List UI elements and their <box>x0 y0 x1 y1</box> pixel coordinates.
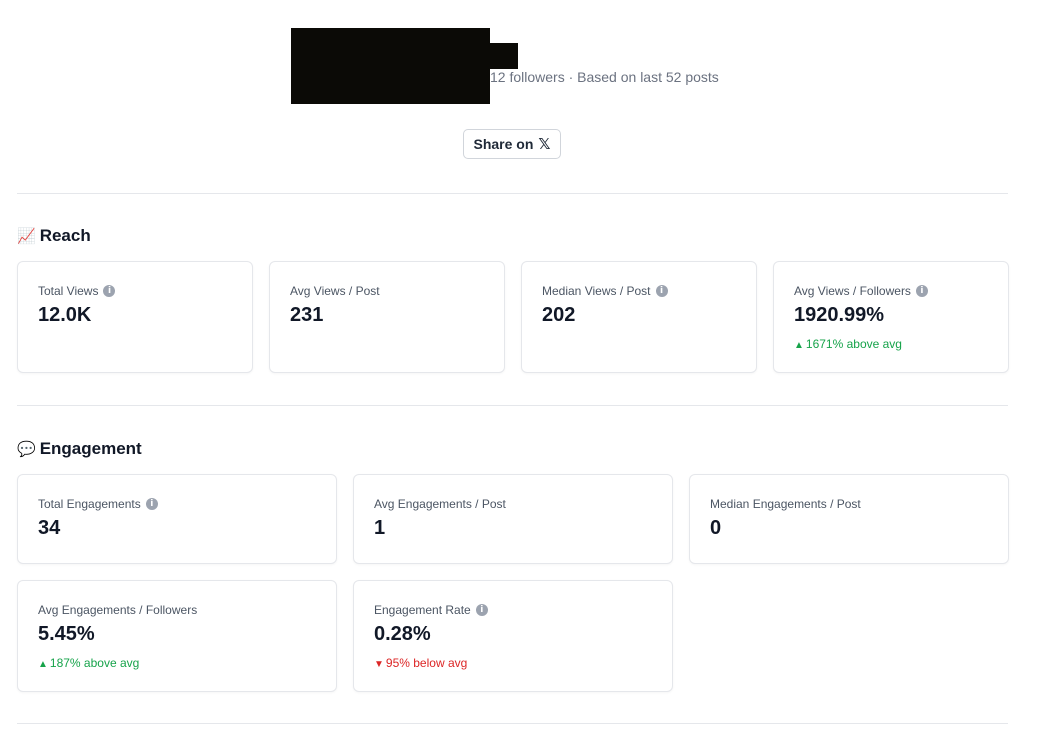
trend-indicator: ▲ 187% above avg <box>38 656 139 670</box>
trend-text: 95% below avg <box>385 656 468 670</box>
triangle-down-icon: ▼ <box>374 659 384 670</box>
trend-text: 1671% above avg <box>805 337 902 351</box>
profile-meta: 12 followers · Based on last 52 posts <box>490 69 719 85</box>
metric-value: 0 <box>710 517 722 539</box>
info-icon[interactable]: i <box>145 498 158 510</box>
metric-value: 34 <box>38 517 61 539</box>
metric-label: Avg Engagements / Post <box>374 497 506 511</box>
info-icon[interactable]: i <box>655 285 668 297</box>
triangle-up-icon: ▲ <box>38 659 48 670</box>
x-logo-icon: 𝕏 <box>538 135 551 153</box>
metric-card-avg-engagements-per-post: Avg Engagements / Post 1 <box>353 474 673 564</box>
metric-value: 12.0K <box>38 304 92 326</box>
metric-value: 0.28% <box>374 623 431 645</box>
metric-label: Engagement Rate <box>374 603 471 617</box>
divider <box>17 193 1008 194</box>
engagement-section-title: 💬 Engagement <box>17 439 142 459</box>
metric-label: Avg Views / Followers <box>794 284 911 298</box>
metric-label: Median Engagements / Post <box>710 497 861 511</box>
metric-value: 1920.99% <box>794 304 885 326</box>
metric-value: 1 <box>374 517 386 539</box>
divider <box>17 405 1008 406</box>
redacted-avatar-block <box>291 28 490 104</box>
info-icon[interactable]: i <box>475 604 488 616</box>
triangle-up-icon: ▲ <box>794 340 804 351</box>
metric-card-engagement-rate: Engagement Rate i 0.28% ▼ 95% below avg <box>353 580 673 692</box>
redacted-name-block <box>489 43 518 69</box>
metric-value: 5.45% <box>38 623 95 645</box>
metric-label: Avg Views / Post <box>290 284 380 298</box>
metric-card-total-views: Total Views i 12.0K <box>17 261 253 373</box>
metric-card-avg-views-per-followers: Avg Views / Followers i 1920.99% ▲ 1671% a… <box>773 261 1009 373</box>
chart-increasing-icon: 📈 <box>17 227 36 245</box>
speech-balloon-icon: 💬 <box>17 440 36 458</box>
reach-section-title: 📈 Reach <box>17 226 91 246</box>
share-button-label: Share on <box>473 136 534 152</box>
metric-card-total-engagements: Total Engagements i 34 <box>17 474 337 564</box>
metric-card-median-engagements-per-post: Median Engagements / Post 0 <box>689 474 1009 564</box>
info-icon[interactable]: i <box>103 285 116 297</box>
metric-label: Total Views <box>38 284 99 298</box>
engagement-title-text: Engagement <box>39 439 142 458</box>
trend-indicator: ▼ 95% below avg <box>374 656 467 670</box>
metric-label: Median Views / Post <box>542 284 651 298</box>
metric-card-avg-views-per-post: Avg Views / Post 231 <box>269 261 505 373</box>
metric-card-median-views-per-post: Median Views / Post i 202 <box>521 261 757 373</box>
divider <box>17 723 1008 724</box>
reach-title-text: Reach <box>39 226 91 245</box>
trend-indicator: ▲ 1671% above avg <box>794 337 902 351</box>
metric-value: 202 <box>542 304 576 326</box>
share-on-x-button[interactable]: Share on 𝕏 <box>463 129 561 159</box>
metric-label: Total Engagements <box>38 497 141 511</box>
metric-card-avg-engagements-per-followers: Avg Engagements / Followers 5.45% ▲ 187% … <box>17 580 337 692</box>
trend-text: 187% above avg <box>49 656 140 670</box>
metric-label: Avg Engagements / Followers <box>38 603 198 617</box>
info-icon[interactable]: i <box>915 285 928 297</box>
metric-value: 231 <box>290 304 324 326</box>
